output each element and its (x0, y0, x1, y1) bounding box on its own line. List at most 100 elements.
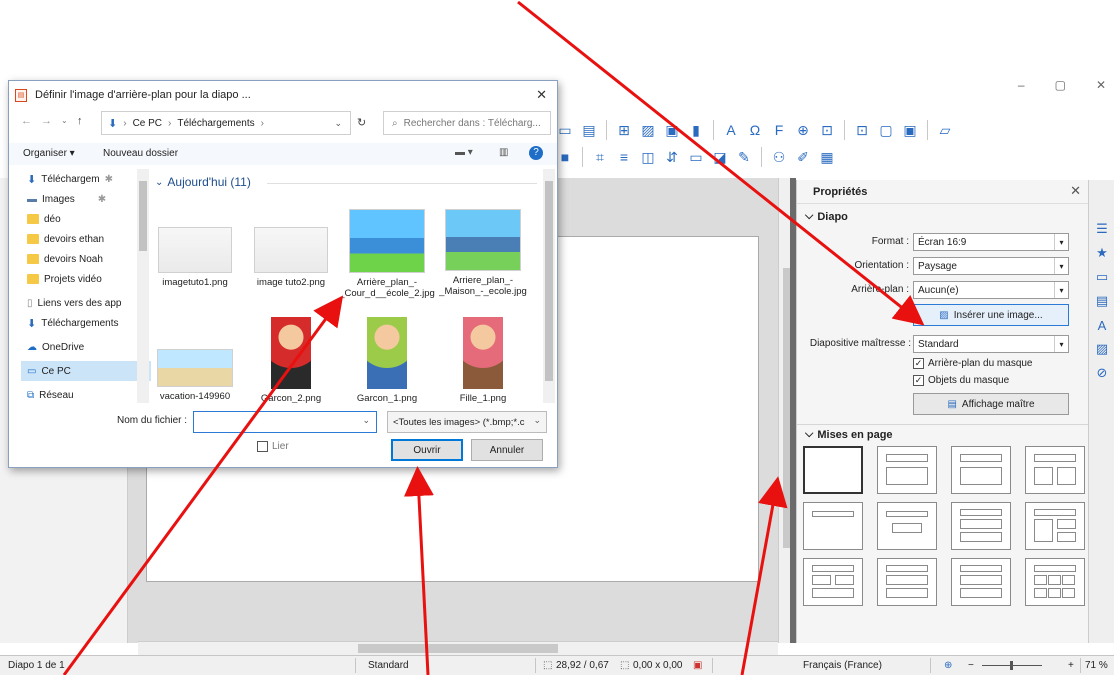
points-icon[interactable]: ✎ (734, 147, 754, 167)
search-box[interactable]: ⌕ Rechercher dans : Télécharg... (383, 111, 551, 135)
gallery-icon[interactable]: ▨ (1092, 340, 1112, 358)
zoom-in-icon[interactable]: + (1068, 660, 1074, 671)
language-indicator[interactable]: Français (France) (803, 660, 882, 671)
distribute-icon[interactable]: ⇵ (662, 147, 682, 167)
files-scrollbar[interactable] (543, 169, 555, 403)
master-objects-checkbox[interactable]: ✓ Objets du masque (913, 375, 1009, 386)
layouts-section-header[interactable]: ⌵ Mises en page (805, 428, 893, 441)
pen-icon[interactable]: ✐ (793, 147, 813, 167)
layout-six-content[interactable] (1025, 558, 1085, 606)
file-type-filter[interactable]: <Toutes les images> (*.bmp;*.c ⌄ (387, 411, 547, 433)
nav-item-this-pc[interactable]: ▭ Ce PC (21, 361, 151, 381)
arrange-icon[interactable]: ◫ (638, 147, 658, 167)
filename-input[interactable]: ⌄ (193, 411, 377, 433)
nav-item-folder[interactable]: Projets vidéo (21, 269, 151, 289)
help-icon[interactable]: ? (529, 146, 543, 160)
media-icon[interactable]: ▣ (662, 120, 682, 140)
file-item[interactable]: Fille_1.png (435, 317, 531, 403)
nav-scrollbar[interactable] (137, 169, 149, 403)
table-icon[interactable]: ⊞ (614, 120, 634, 140)
file-item[interactable]: imagetuto1.png (155, 227, 243, 288)
chart-icon[interactable]: ▮ (686, 120, 706, 140)
file-item[interactable]: Arriere_plan_-_Maison_-_ecole.jpg (435, 209, 531, 297)
nav-item-folder[interactable]: devoirs ethan (21, 229, 151, 249)
display-views-icon[interactable]: ▱ (935, 120, 955, 140)
preview-pane-icon[interactable]: ▥ (499, 147, 508, 158)
link-checkbox[interactable]: Lier (257, 441, 289, 452)
sidebar-close-button[interactable]: ✕ (1070, 183, 1081, 199)
refresh-icon[interactable]: ↻ (357, 116, 366, 129)
nav-item-network[interactable]: ⧉ Réseau (21, 385, 151, 403)
nav-item-images[interactable]: ▬ Images ✱ (21, 189, 151, 209)
scroll-thumb[interactable] (545, 181, 553, 381)
chevron-down-icon[interactable]: ⌄ (61, 116, 68, 125)
fontwork-icon[interactable]: F (769, 120, 789, 140)
hyperlink-icon[interactable]: ⊕ (793, 120, 813, 140)
address-bar[interactable]: ⬇ › Ce PC › Téléchargements › ⌄ (101, 111, 351, 135)
nav-item-folder[interactable]: déo (21, 209, 151, 229)
back-arrow-icon[interactable]: ← (21, 115, 32, 127)
file-item[interactable]: vacation-149960 (155, 349, 243, 402)
nav-item-folder[interactable]: devoirs Noah (21, 249, 151, 269)
group-icon[interactable]: ◪ (710, 147, 730, 167)
slide-section-header[interactable]: ⌵ Diapo (805, 210, 848, 223)
layout-centered-text[interactable] (877, 502, 937, 550)
modified-icon[interactable]: ▣ (693, 660, 702, 671)
layout-two-content[interactable] (1025, 446, 1085, 494)
view-options-icon[interactable]: ▬ ▾ (455, 147, 473, 158)
shadow-icon[interactable]: ▭ (686, 147, 706, 167)
nav-item-app-links[interactable]: ▯ Liens vers des app (21, 293, 151, 313)
new-folder-button[interactable]: Nouveau dossier (103, 148, 178, 159)
horizontal-scrollbar[interactable] (138, 641, 778, 655)
scroll-thumb[interactable] (139, 181, 147, 251)
group-header[interactable]: ⌄ Aujourd'hui (11) (155, 175, 251, 189)
file-item[interactable]: Garcon_1.png (339, 317, 435, 403)
crop-icon[interactable]: ⌗ (590, 147, 610, 167)
cancel-button[interactable]: Annuler (471, 439, 543, 461)
master-view-button[interactable]: ▤ Affichage maître (913, 393, 1069, 415)
duplicate-slide-icon[interactable]: ▢ (876, 120, 896, 140)
animation-icon[interactable]: ★ (1092, 244, 1112, 262)
navigator-icon[interactable]: ⊡ (817, 120, 837, 140)
layout-title-two-rows[interactable] (951, 502, 1011, 550)
new-slide-icon[interactable]: ⊡ (852, 120, 872, 140)
nav-item-downloads[interactable]: ⬇ Téléchargements (21, 313, 151, 333)
layout-title-slide[interactable] (803, 502, 863, 550)
master-background-checkbox[interactable]: ✓ Arrière-plan du masque (913, 358, 1033, 369)
layout-title-three[interactable] (1025, 502, 1085, 550)
textbox-icon[interactable]: A (721, 120, 741, 140)
breadcrumb-downloads[interactable]: Téléchargements (177, 118, 254, 129)
background-select[interactable]: Aucun(e) ▾ (913, 281, 1069, 299)
minimize-button[interactable]: – (1018, 78, 1025, 92)
zoom-level[interactable]: 71 % (1085, 660, 1108, 671)
file-item[interactable]: Garcon_2.png (243, 317, 339, 403)
properties-icon[interactable]: ☰ (1092, 220, 1112, 238)
fit-slide-icon[interactable]: ⊕ (944, 660, 952, 671)
special-char-icon[interactable]: Ω (745, 120, 765, 140)
layout-title-only[interactable] (877, 446, 937, 494)
slide-layout-icon[interactable]: ▤ (579, 120, 599, 140)
orientation-select[interactable]: Paysage ▾ (913, 257, 1069, 275)
insert-image-button[interactable]: ▨ Insérer une image... (913, 304, 1069, 326)
layout-blank[interactable] (803, 446, 863, 494)
forward-arrow-icon[interactable]: → (41, 115, 52, 127)
dialog-close-button[interactable]: ✕ (536, 87, 547, 103)
breadcrumb-this-pc[interactable]: Ce PC (133, 118, 162, 129)
organize-menu[interactable]: Organiser ▾ (23, 148, 75, 159)
layout-title-content[interactable] (951, 446, 1011, 494)
align-icon[interactable]: ≡ (614, 147, 634, 167)
transition-icon[interactable]: ▭ (1092, 268, 1112, 286)
image-filter-icon[interactable]: ▦ (817, 147, 837, 167)
chevron-down-icon[interactable]: ⌄ (334, 118, 342, 129)
open-button[interactable]: Ouvrir (391, 439, 463, 461)
zoom-out-icon[interactable]: − (968, 660, 974, 671)
image-icon[interactable]: ▨ (638, 120, 658, 140)
scroll-thumb[interactable] (358, 644, 558, 653)
styles-icon[interactable]: A (1092, 316, 1112, 334)
nav-item-downloads-pinned[interactable]: ⬇ Téléchargem ✱ (21, 169, 151, 189)
chevron-down-icon[interactable]: ⌄ (362, 415, 370, 426)
zoom-slider-thumb[interactable] (1010, 661, 1013, 670)
nav-item-onedrive[interactable]: ☁ OneDrive (21, 337, 151, 357)
glue-icon[interactable]: ⚇ (769, 147, 789, 167)
file-item[interactable]: image tuto2.png (243, 227, 339, 288)
